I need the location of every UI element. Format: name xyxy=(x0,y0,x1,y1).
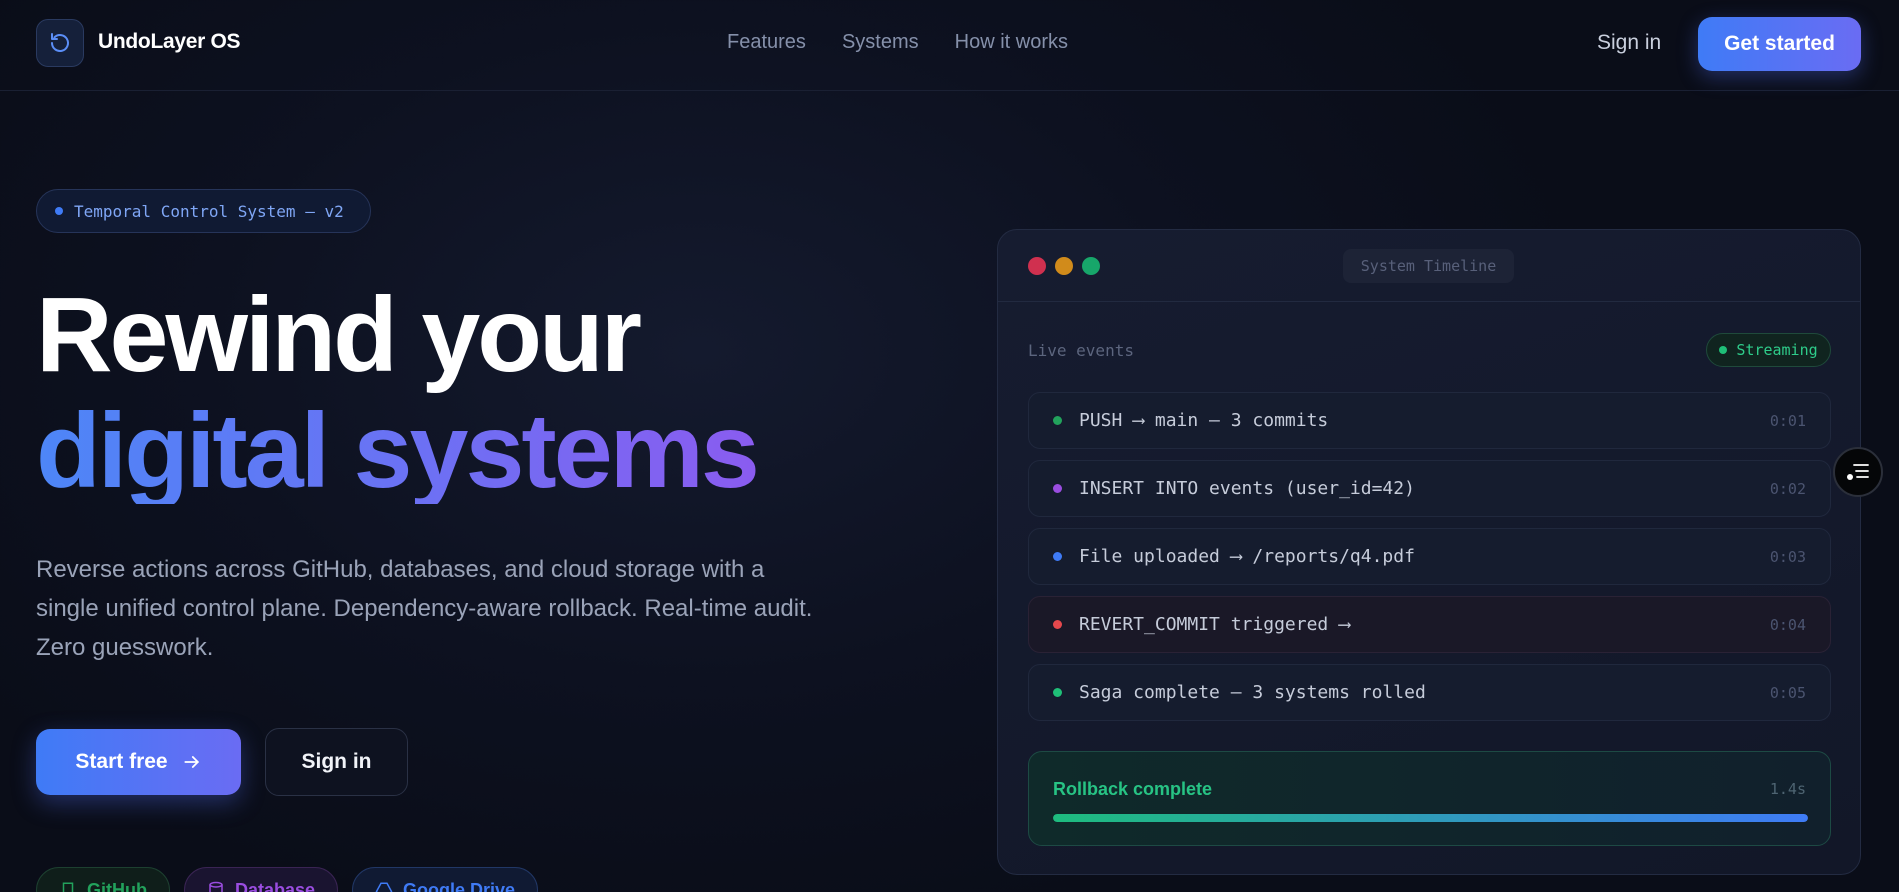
top-nav: UndoLayer OS Features Systems How it wor… xyxy=(0,0,1899,91)
hero-title-line1: Rewind your xyxy=(36,276,642,394)
event-row: REVERT_COMMIT triggered ⟶ 0:04 xyxy=(1028,596,1831,653)
event-time: 0:04 xyxy=(1769,615,1806,634)
nav-link-features[interactable]: Features xyxy=(727,31,806,54)
nav-sign-in-link[interactable]: Sign in xyxy=(1597,31,1661,55)
logo[interactable] xyxy=(36,19,84,67)
badge-text: Temporal Control System — v2 xyxy=(74,201,344,221)
rollback-duration: 1.4s xyxy=(1769,780,1806,798)
event-list: PUSH ⟶ main — 3 commits 0:01 INSERT INTO… xyxy=(1028,392,1831,732)
event-dot xyxy=(1053,688,1062,697)
badge-dot xyxy=(55,207,63,215)
event-dot xyxy=(1053,620,1062,629)
event-row: Saga complete — 3 systems rolled 0:05 xyxy=(1028,664,1831,721)
card-header: System Timeline xyxy=(998,230,1860,302)
event-text: INSERT INTO events (user_id=42) xyxy=(1079,478,1415,499)
rollback-progress-track xyxy=(1053,814,1808,822)
rollback-title: Rollback complete xyxy=(1053,779,1213,799)
rollback-status: Rollback complete 1.4s xyxy=(1028,751,1831,846)
event-text: PUSH ⟶ main — 3 commits xyxy=(1079,410,1329,431)
chip-label: GitHub xyxy=(87,879,147,892)
event-text: REVERT_COMMIT triggered ⟶ xyxy=(1079,614,1350,635)
event-row: File uploaded ⟶ /reports/q4.pdf 0:03 xyxy=(1028,528,1831,585)
floating-menu-button[interactable] xyxy=(1833,447,1883,497)
chip-database[interactable]: Database xyxy=(184,867,339,892)
event-row: PUSH ⟶ main — 3 commits 0:01 xyxy=(1028,392,1831,449)
start-free-button[interactable]: Start free xyxy=(36,729,241,795)
system-timeline-card: System Timeline Live events Streaming PU… xyxy=(997,229,1861,875)
event-text: File uploaded ⟶ /reports/q4.pdf xyxy=(1079,546,1415,567)
nav-link-systems[interactable]: Systems xyxy=(842,31,919,54)
streaming-dot xyxy=(1719,346,1728,354)
event-time: 0:05 xyxy=(1769,683,1806,702)
chip-github[interactable]: GitHub xyxy=(36,867,170,892)
event-dot xyxy=(1053,416,1062,425)
live-events-label: Live events xyxy=(1028,341,1134,360)
github-icon xyxy=(62,882,74,892)
window-minimize-dot xyxy=(1055,257,1073,275)
get-started-button[interactable]: Get started xyxy=(1698,17,1861,71)
menu-lines-icon xyxy=(1847,464,1869,480)
chip-google-drive[interactable]: Google Drive xyxy=(352,867,539,892)
event-dot xyxy=(1053,552,1062,561)
hero-sign-in-button[interactable]: Sign in xyxy=(265,728,408,796)
nav-links: Features Systems How it works xyxy=(727,31,1068,54)
arrow-right-icon xyxy=(184,756,199,768)
window-close-dot xyxy=(1028,257,1046,275)
event-time: 0:01 xyxy=(1769,411,1806,430)
event-time: 0:02 xyxy=(1769,479,1806,498)
event-time: 0:03 xyxy=(1769,547,1806,566)
event-dot xyxy=(1053,484,1062,493)
event-text: Saga complete — 3 systems rolled xyxy=(1079,682,1426,703)
streaming-label: Streaming xyxy=(1736,341,1818,359)
system-chips: GitHub Database Google Drive xyxy=(36,867,539,892)
database-icon xyxy=(209,881,223,892)
hero-subtitle: Reverse actions across GitHub, databases… xyxy=(36,556,813,661)
event-row: INSERT INTO events (user_id=42) 0:02 xyxy=(1028,460,1831,517)
chip-label: Database xyxy=(235,879,316,892)
window-maximize-dot xyxy=(1082,257,1100,275)
version-badge: Temporal Control System — v2 xyxy=(36,189,371,233)
undo-icon xyxy=(51,33,69,52)
rollback-progress-fill xyxy=(1053,814,1808,822)
drive-icon xyxy=(375,882,393,892)
start-free-label: Start free xyxy=(75,750,168,773)
streaming-badge: Streaming xyxy=(1706,333,1831,367)
card-title: System Timeline xyxy=(1343,249,1514,283)
hero-title-line2: digital systems xyxy=(36,392,760,510)
brand-name[interactable]: UndoLayer OS xyxy=(98,30,241,54)
nav-link-how-it-works[interactable]: How it works xyxy=(955,31,1068,54)
chip-label: Google Drive xyxy=(403,879,516,892)
